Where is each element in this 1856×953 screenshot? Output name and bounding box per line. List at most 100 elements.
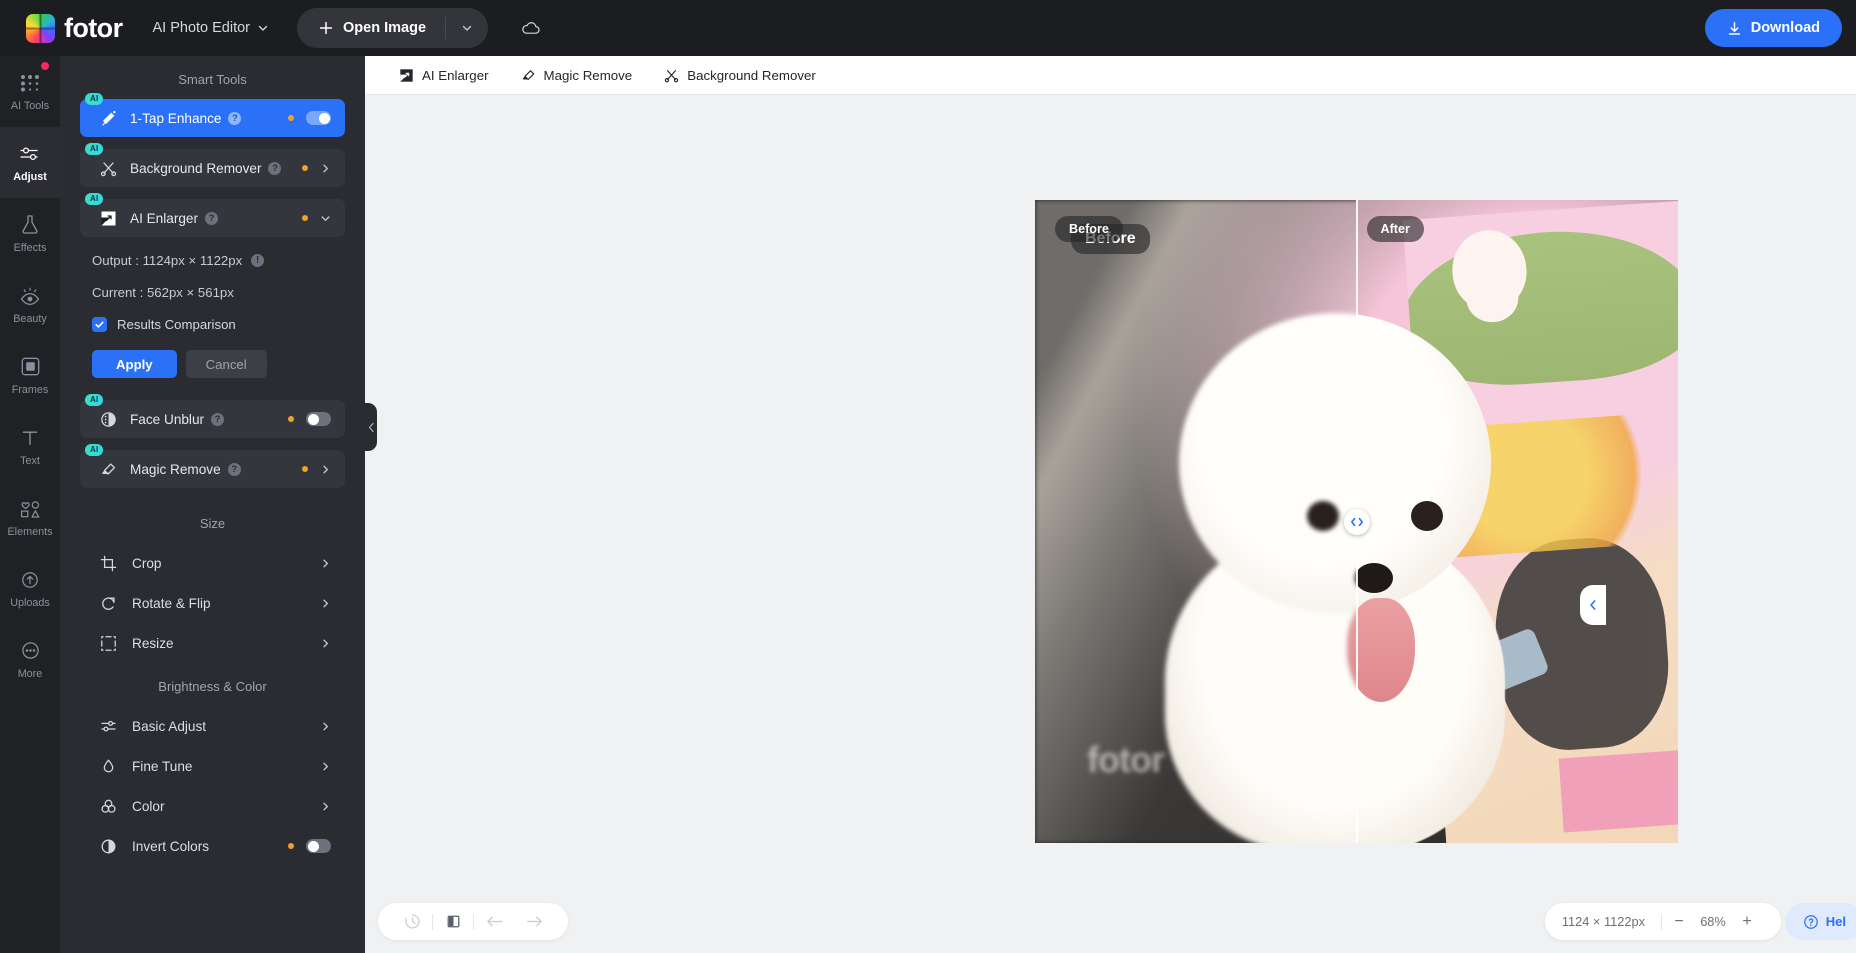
sidebar-item-adjust[interactable]: Adjust: [0, 127, 60, 198]
tool-row-face-unblur[interactable]: AI Face Unblur ?: [80, 394, 345, 438]
compare-button[interactable]: [433, 903, 473, 940]
invert-colors-toggle[interactable]: [306, 839, 331, 853]
app-selector[interactable]: AI Photo Editor: [152, 20, 269, 36]
adjust-icon: [19, 143, 41, 165]
open-image-button[interactable]: Open Image: [297, 8, 445, 48]
info-icon[interactable]: !: [251, 254, 265, 267]
panel-item-controls: [288, 839, 345, 853]
pro-dot: [302, 215, 308, 221]
sidebar-item-ai-tools[interactable]: AI Tools: [0, 56, 60, 127]
sidebar-item-elements[interactable]: Elements: [0, 482, 60, 553]
toolbar-item-magic-remove[interactable]: Magic Remove: [505, 68, 649, 83]
toolbar-item-background-remover[interactable]: Background Remover: [648, 68, 832, 83]
sidebar-item-text[interactable]: Text: [0, 411, 60, 482]
tool-row-magic-remove[interactable]: AI Magic Remove ?: [80, 444, 345, 488]
panel-item-label: Invert Colors: [132, 838, 210, 854]
help-tooltip-icon[interactable]: ?: [227, 462, 241, 476]
toolbar-item-label: Background Remover: [687, 67, 816, 83]
open-image-label: Open Image: [343, 20, 427, 36]
face-unblur-toggle[interactable]: [306, 412, 331, 426]
bottom-left-toolbar: [378, 903, 568, 940]
chevron-right-icon[interactable]: [320, 801, 331, 812]
sliders-icon: [97, 718, 119, 735]
sidebar-item-label: Frames: [11, 383, 49, 396]
tool-label: 1-Tap Enhance: [130, 110, 222, 126]
eraser-icon: [97, 461, 119, 478]
help-tooltip-icon[interactable]: ?: [205, 211, 219, 225]
panel-item-rotate-flip[interactable]: Rotate & Flip: [80, 583, 345, 623]
fotor-logo[interactable]: fotor: [26, 12, 123, 44]
comparison-slider-handle[interactable]: [1343, 508, 1370, 535]
results-comparison-checkbox-row[interactable]: Results Comparison: [92, 317, 345, 332]
chevron-right-icon[interactable]: [320, 558, 331, 569]
help-tooltip-icon[interactable]: ?: [268, 161, 282, 175]
panel-item-crop[interactable]: Crop: [80, 543, 345, 583]
help-tooltip-icon[interactable]: ?: [228, 111, 242, 125]
enlarger-action-buttons: Apply Cancel: [92, 350, 345, 378]
sidebar-item-uploads[interactable]: Uploads: [0, 553, 60, 624]
panel-item-controls: [320, 721, 345, 732]
tool-row-1-tap-enhance[interactable]: AI 1-Tap Enhance ?: [80, 93, 345, 137]
enlarge-icon: [399, 68, 414, 83]
image-dimensions-label: 1124 × 1122px: [1561, 914, 1645, 929]
cloud-save-button[interactable]: [514, 11, 548, 45]
sidebar-item-frames[interactable]: Frames: [0, 340, 60, 411]
plus-icon: [319, 21, 333, 35]
chevron-right-icon[interactable]: [320, 598, 331, 609]
sidebar-item-more[interactable]: More: [0, 624, 60, 695]
output-size-row: Output : 1124px × 1122px !: [92, 253, 345, 268]
chevron-right-icon[interactable]: [320, 761, 331, 772]
zoom-in-button[interactable]: +: [1730, 903, 1764, 940]
panel-item-label: Color: [132, 798, 165, 814]
chevron-right-icon[interactable]: [320, 721, 331, 732]
redo-arrow-icon: [525, 913, 544, 930]
after-image-half: fotor After: [1356, 200, 1678, 843]
fotor-logo-text: fotor: [64, 12, 123, 43]
enhance-toggle[interactable]: [306, 111, 331, 125]
chevron-right-icon[interactable]: [320, 464, 331, 475]
canvas-area[interactable]: fotor Before Before: [365, 95, 1856, 953]
sidebar-item-beauty[interactable]: Beauty: [0, 269, 60, 340]
rotate-icon: [97, 595, 119, 612]
right-panel-collapse-handle[interactable]: [1580, 585, 1606, 625]
tool-label: Face Unblur: [130, 411, 205, 427]
photo-comparison-viewport[interactable]: fotor Before Before: [1035, 200, 1678, 843]
tool-row-background-remover[interactable]: AI Background Remover ?: [80, 143, 345, 187]
toolbar-item-ai-enlarger[interactable]: AI Enlarger: [383, 68, 505, 83]
results-comparison-checkbox[interactable]: [92, 317, 107, 332]
cancel-button[interactable]: Cancel: [185, 350, 267, 378]
panel-item-fine-tune[interactable]: Fine Tune: [80, 746, 345, 786]
history-button[interactable]: [392, 903, 432, 940]
help-circle-icon: [1803, 914, 1819, 930]
ai-tools-icon: [19, 72, 41, 94]
toolbar-item-label: Magic Remove: [543, 67, 633, 83]
sidebar-item-label: Uploads: [10, 596, 50, 609]
tool-row-ai-enlarger[interactable]: AI AI Enlarger ?: [80, 193, 345, 237]
panel-item-invert-colors[interactable]: Invert Colors: [80, 826, 345, 866]
photo-scene-before: fotor: [1035, 200, 1357, 843]
sidebar-item-label: Beauty: [13, 312, 47, 325]
help-tooltip-icon[interactable]: ?: [211, 412, 225, 426]
dog-head: [1179, 313, 1357, 702]
beauty-icon: [19, 285, 41, 307]
apply-button[interactable]: Apply: [92, 350, 177, 378]
open-image-dropdown-button[interactable]: [445, 17, 488, 39]
panel-item-basic-adjust[interactable]: Basic Adjust: [80, 706, 345, 746]
chevron-right-icon[interactable]: [320, 163, 331, 174]
download-button[interactable]: Download: [1704, 9, 1842, 47]
smart-tools-section-title: Smart Tools: [178, 72, 247, 87]
tool-row-controls: [302, 213, 345, 224]
open-image-group[interactable]: Open Image: [297, 8, 489, 48]
ai-badge: AI: [85, 143, 104, 155]
chevron-right-icon[interactable]: [320, 638, 331, 649]
panel-item-resize[interactable]: Resize: [80, 623, 345, 663]
main-area: AI Enlarger Magic Remove Background Remo…: [365, 56, 1856, 953]
panel-item-color[interactable]: Color: [80, 786, 345, 826]
undo-button[interactable]: [474, 903, 514, 940]
redo-button[interactable]: [514, 903, 554, 940]
sidebar-item-effects[interactable]: Effects: [0, 198, 60, 269]
help-button[interactable]: Hel: [1784, 903, 1856, 940]
zoom-out-button[interactable]: −: [1662, 903, 1696, 940]
chevron-down-icon[interactable]: [320, 213, 331, 224]
panel-collapse-handle[interactable]: [365, 403, 377, 451]
